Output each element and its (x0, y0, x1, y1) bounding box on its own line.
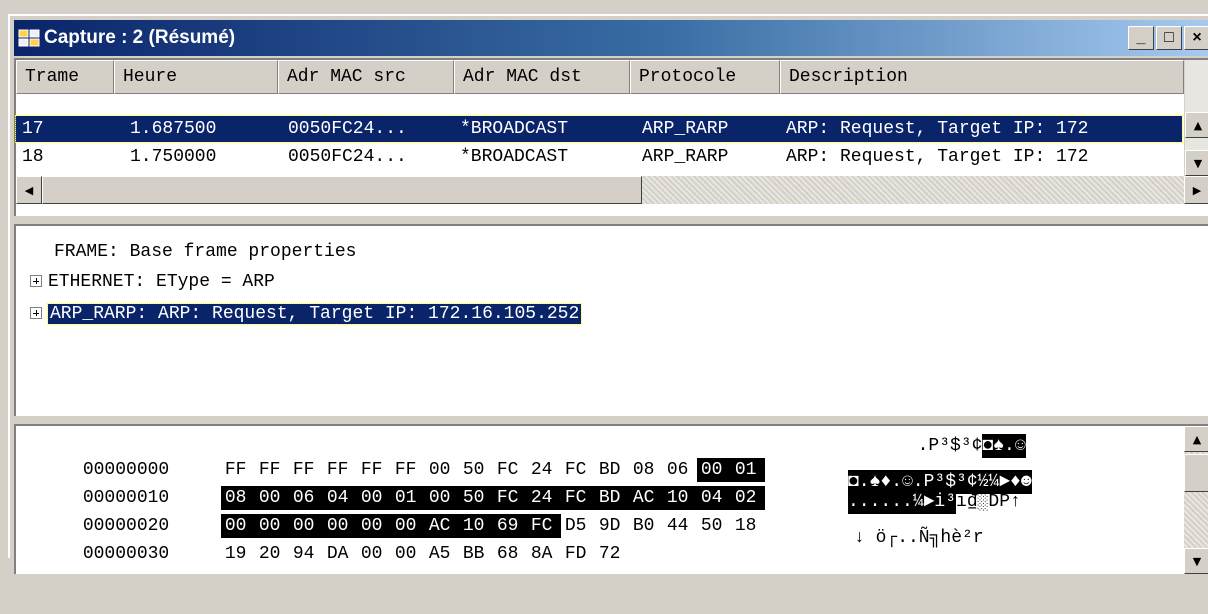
arrow-down-icon: ▼ (1192, 554, 1202, 568)
arrow-up-icon: ▲ (1193, 118, 1203, 132)
hex-row: 00000020 00 00 00 00 00 00 AC 10 69 FC D5 9D B0 44 50 18… (16, 490, 1021, 538)
hex-byte[interactable]: B0 (629, 514, 663, 538)
pane-splitter[interactable] (14, 216, 1208, 224)
capture-window: Capture : 2 (Résumé) _ □ × Trame Heure A… (8, 14, 1208, 574)
title-bar[interactable]: Capture : 2 (Résumé) _ □ × (14, 20, 1208, 56)
scroll-up-button[interactable]: ▲ (1185, 112, 1208, 138)
ascii-text-highlighted: ◘♠.☺ (982, 434, 1026, 458)
ascii-column: .P³$³¢◘♠.☺ (848, 434, 1068, 458)
description-cell: ARP: Request, Target IP: 172 (786, 147, 1089, 167)
frame-cell: 18 (22, 147, 44, 167)
hex-byte[interactable]: 18 (731, 514, 765, 538)
list-header: Trame Heure Adr MAC src Adr MAC dst Prot… (16, 60, 1184, 94)
hex-vertical-scrollbar[interactable]: ▲ ▼ (1184, 426, 1208, 574)
table-row[interactable]: 18 1.750000 0050FC24... *BROADCAST ARP_R… (16, 144, 1182, 170)
tree-item-label: FRAME: Base frame properties (54, 242, 357, 262)
hex-byte[interactable]: 19 (221, 542, 255, 566)
hex-byte[interactable]: 00 (391, 542, 425, 566)
minimize-button[interactable]: _ (1128, 26, 1154, 50)
hex-dump[interactable]: 00000000 FF FF FF FF FF FF 00 50 FC 24 FC BD 08 06 00 01… (14, 424, 1208, 574)
hex-row: 00000010 08 00 06 04 00 01 00 50 FC 24 FC BD AC 10 04 02… (16, 462, 1032, 510)
hex-byte[interactable]: 72 (595, 542, 629, 566)
capture-app-icon (18, 29, 40, 47)
hex-byte[interactable]: FD (561, 542, 595, 566)
window-title: Capture : 2 (Résumé) (44, 27, 236, 48)
horizontal-scroll-thumb[interactable] (42, 176, 642, 204)
column-header-dst-mac[interactable]: Adr MAC dst (454, 60, 630, 94)
arrow-left-icon: ◀ (24, 183, 34, 197)
vertical-scroll-thumb[interactable] (1184, 454, 1208, 492)
scroll-left-button[interactable]: ◀ (16, 176, 42, 204)
ascii-text: ↓ ö┌..Ñ╗hè²r (854, 528, 984, 548)
column-header-protocol[interactable]: Protocole (630, 60, 780, 94)
column-header-time[interactable]: Heure (114, 60, 278, 94)
table-row[interactable]: 17 1.687500 0050FC24... *BROADCAST ARP_R… (15, 115, 1183, 143)
list-vertical-scrollbar[interactable]: ▲ ▼ (1184, 60, 1208, 176)
tree-item-arp[interactable]: ARP_RARP: ARP: Request, Target IP: 172.1… (30, 300, 583, 328)
column-header-frame[interactable]: Trame (16, 60, 114, 94)
column-header-src-mac[interactable]: Adr MAC src (278, 60, 454, 94)
hex-byte[interactable]: 50 (697, 514, 731, 538)
hex-byte[interactable]: 44 (663, 514, 697, 538)
dst-mac-cell: *BROADCAST (460, 147, 569, 167)
expand-plus-icon[interactable] (30, 275, 42, 288)
arrow-down-icon: ▼ (1193, 156, 1203, 170)
hex-row: 00000000 FF FF FF FF FF FF 00 50 FC 24 FC BD 08 06 00 01… (16, 434, 1026, 482)
ascii-column: ↓ ö┌..Ñ╗hè²r (848, 518, 1068, 548)
time-cell: 1.687500 (130, 119, 217, 139)
scroll-down-button[interactable]: ▼ (1184, 548, 1208, 574)
scroll-up-button[interactable]: ▲ (1184, 426, 1208, 452)
expand-plus-icon[interactable] (30, 307, 42, 320)
time-cell: 1.750000 (130, 147, 217, 167)
tree-item-ethernet[interactable]: ETHERNET: EType = ARP (30, 268, 275, 296)
ascii-text: ı₫░DP↑ (956, 492, 1021, 512)
hex-offset: 00000030 (82, 544, 170, 564)
tree-item-label: ARP_RARP: ARP: Request, Target IP: 172.1… (46, 303, 583, 325)
close-icon: × (1192, 29, 1202, 46)
arrow-right-icon: ▶ (1192, 183, 1202, 197)
tree-item-frame[interactable]: FRAME: Base frame properties (54, 238, 356, 266)
frame-list[interactable]: Trame Heure Adr MAC src Adr MAC dst Prot… (14, 58, 1208, 216)
src-mac-cell: 0050FC24... (288, 119, 407, 139)
hex-byte[interactable]: 8A (527, 542, 561, 566)
detail-tree[interactable]: FRAME: Base frame properties ETHERNET: E… (14, 224, 1208, 416)
column-header-description[interactable]: Description (780, 60, 1184, 94)
protocol-cell: ARP_RARP (642, 119, 729, 139)
hex-byte[interactable]: 94 (289, 542, 323, 566)
hex-byte[interactable]: 00 (357, 542, 391, 566)
minimize-icon: _ (1136, 29, 1146, 46)
list-horizontal-scrollbar[interactable]: ◀ ▶ (16, 176, 1208, 204)
hex-byte[interactable]: BB (459, 542, 493, 566)
frame-cell: 17 (22, 119, 44, 139)
hex-byte[interactable]: 68 (493, 542, 527, 566)
ascii-text: .P³$³¢ (896, 436, 983, 456)
description-cell: ARP: Request, Target IP: 172 (786, 119, 1089, 139)
ascii-column: ......¼►i³ı₫░DP↑ (848, 490, 1068, 514)
tree-item-label: ETHERNET: EType = ARP (48, 272, 275, 292)
ascii-column: ◘.♠♦.☺.P³$³¢½¼►♦☻ (848, 462, 1068, 494)
ascii-text-highlighted: ......¼►i³ (848, 490, 957, 514)
dst-mac-cell: *BROADCAST (460, 119, 569, 139)
scroll-down-button[interactable]: ▼ (1185, 150, 1208, 176)
maximize-button[interactable]: □ (1156, 26, 1182, 50)
protocol-cell: ARP_RARP (642, 147, 729, 167)
hex-byte[interactable]: DA (323, 542, 357, 566)
hex-row: 00000030 19 20 94 DA 00 00 A5 BB 68 8A FD 72 ↓ ö┌..Ñ… (16, 518, 984, 564)
arrow-up-icon: ▲ (1192, 432, 1202, 446)
scroll-right-button[interactable]: ▶ (1184, 176, 1208, 204)
maximize-icon: □ (1164, 29, 1174, 46)
pane-splitter[interactable] (14, 416, 1208, 424)
hex-byte[interactable]: 20 (255, 542, 289, 566)
close-button[interactable]: × (1184, 26, 1208, 50)
src-mac-cell: 0050FC24... (288, 147, 407, 167)
hex-byte[interactable]: A5 (425, 542, 459, 566)
